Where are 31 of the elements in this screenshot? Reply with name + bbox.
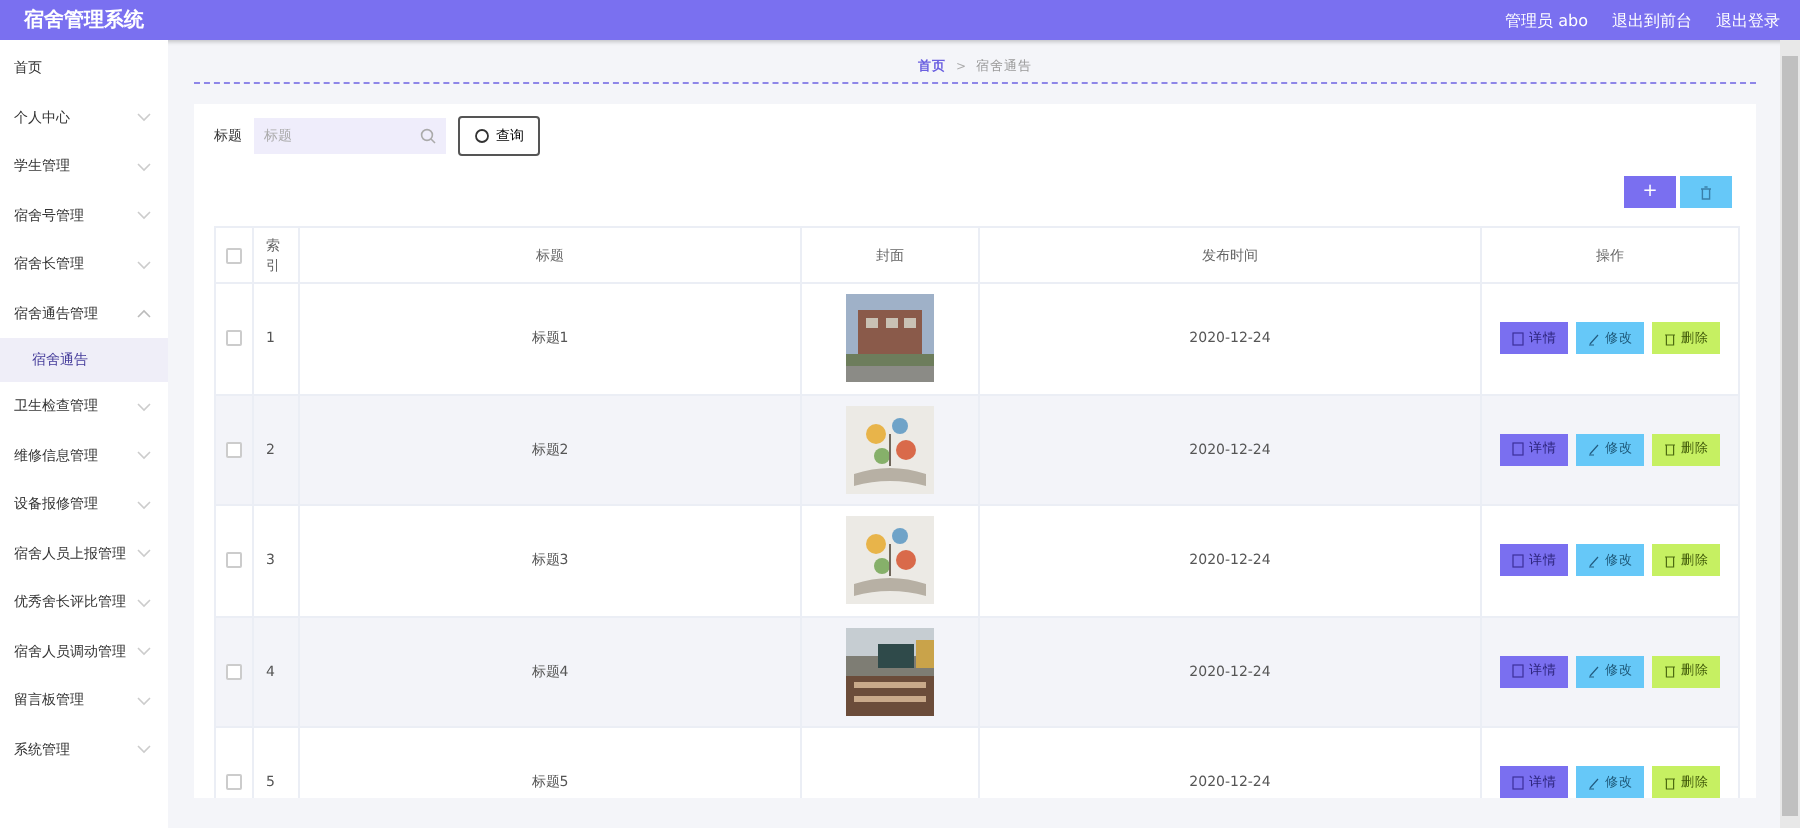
- trash-icon: [1663, 442, 1675, 457]
- checkbox[interactable]: [226, 552, 242, 569]
- pen-icon: [1587, 664, 1599, 679]
- user-label: 管理员 abo: [1505, 9, 1588, 31]
- header-link[interactable]: 退出到前台: [1612, 9, 1692, 31]
- document-icon: [1511, 553, 1523, 568]
- trash-icon: [1663, 775, 1675, 790]
- document-icon: [1511, 775, 1523, 790]
- checkbox[interactable]: [226, 774, 242, 791]
- search-icon: [420, 128, 436, 144]
- pen-icon: [1587, 553, 1599, 568]
- trash-icon: [1663, 664, 1675, 679]
- checkbox[interactable]: [226, 663, 242, 680]
- search-icon: [474, 128, 490, 144]
- pen-icon: [1587, 442, 1599, 457]
- checkbox[interactable]: [226, 330, 242, 347]
- pen-icon: [1587, 331, 1599, 346]
- trash-icon: [1663, 331, 1675, 346]
- header-link[interactable]: 退出登录: [1716, 9, 1780, 31]
- trash-icon: [1700, 185, 1712, 199]
- app-title: 宿舍管理系统: [24, 6, 144, 34]
- checkbox[interactable]: [226, 441, 242, 458]
- document-icon: [1511, 664, 1523, 679]
- document-icon: [1511, 442, 1523, 457]
- document-icon: [1511, 331, 1523, 346]
- pen-icon: [1587, 775, 1599, 790]
- checkbox[interactable]: [226, 247, 242, 264]
- trash-icon: [1663, 553, 1675, 568]
- scrollbar[interactable]: [1780, 40, 1800, 828]
- delete-button[interactable]: [1680, 176, 1732, 208]
- add-button[interactable]: +: [1624, 176, 1676, 208]
